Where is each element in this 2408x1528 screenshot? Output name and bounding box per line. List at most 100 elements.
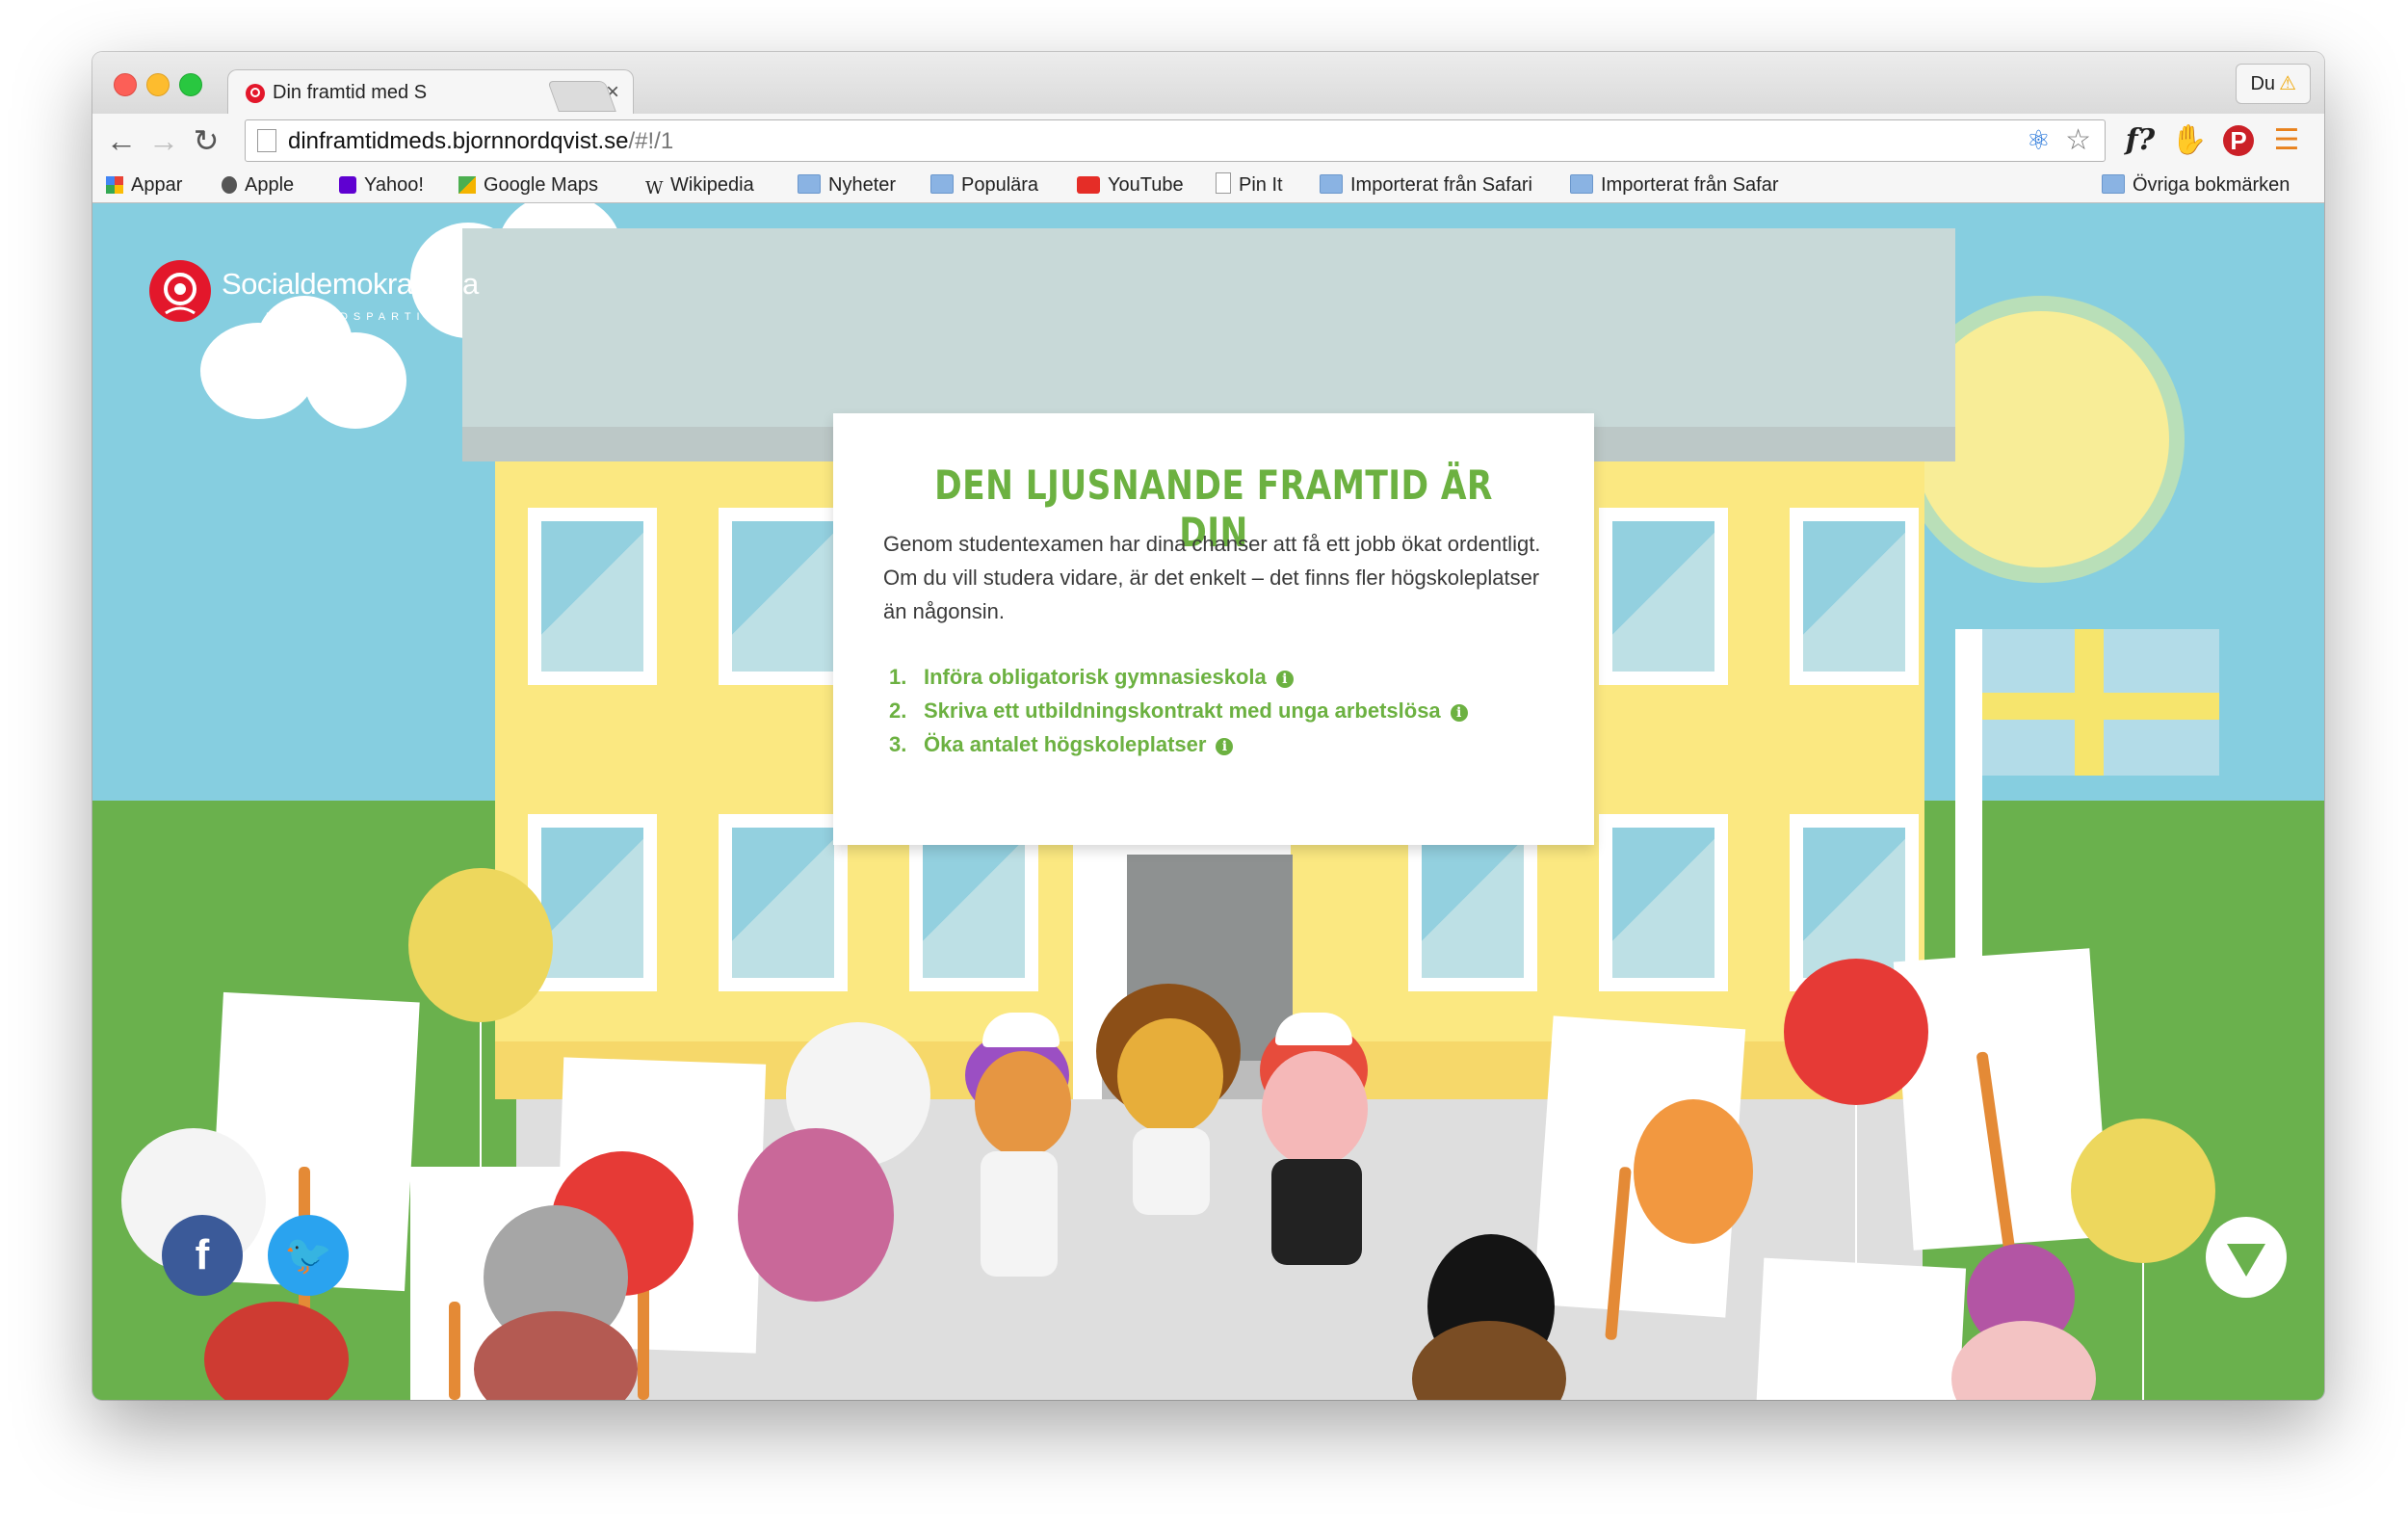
graduate-redhead-face: [1262, 1051, 1368, 1167]
bookmark-label: Yahoo!: [364, 174, 424, 196]
balloon-string: [1855, 1099, 1857, 1400]
url-path: /#!/1: [628, 128, 674, 154]
bookmark-populara[interactable]: Populära: [930, 171, 1038, 198]
hand-icon[interactable]: ✋: [2170, 121, 2209, 160]
bookmark-google-maps[interactable]: Google Maps: [458, 171, 598, 198]
balloon-yellow: [2071, 1119, 2215, 1263]
scroll-down-button[interactable]: [2206, 1217, 2287, 1298]
bookmark-nyheter[interactable]: Nyheter: [798, 171, 896, 198]
new-tab-button[interactable]: [547, 81, 616, 112]
folder-icon: [1320, 174, 1343, 194]
bookmark-label: Övriga bokmärken: [2133, 174, 2290, 196]
party-tagline: FRAMTIDSPARTIET: [266, 311, 451, 323]
close-window-button[interactable]: [114, 73, 137, 96]
bookmark-other[interactable]: Övriga bokmärken: [2102, 171, 2290, 198]
apps-grid-icon: [106, 176, 123, 194]
protest-sign: [1753, 1257, 1967, 1400]
bookmark-appar[interactable]: Appar: [106, 171, 182, 198]
card-body: Genom studentexamen har dina chanser att…: [883, 532, 1541, 623]
window: [1599, 508, 1728, 685]
font-finder-icon[interactable]: f?: [2121, 121, 2159, 160]
bookmark-label: Appar: [131, 174, 183, 196]
graduate-boy-body: [1133, 1128, 1210, 1215]
sign-stick: [449, 1302, 460, 1400]
bookmark-label: Pin It: [1239, 174, 1283, 196]
profile-label: Du: [2250, 73, 2276, 94]
bookmark-apple[interactable]: Apple: [222, 171, 294, 198]
wikipedia-icon: W: [645, 178, 664, 198]
graduate-girl-body: [981, 1151, 1058, 1277]
rose-logo-icon: [149, 260, 211, 322]
maximize-window-button[interactable]: [179, 73, 202, 96]
party-name: Socialdemokraterna: [222, 267, 479, 301]
graduate-cap: [1275, 1013, 1352, 1045]
policy-text: Skriva ett utbildningskontrakt med unga …: [924, 698, 1441, 723]
bookmark-wikipedia[interactable]: W Wikipedia: [645, 171, 754, 198]
info-icon[interactable]: i: [1275, 671, 1294, 688]
info-icon[interactable]: i: [1216, 738, 1234, 755]
policy-number: 2.: [889, 698, 907, 723]
browser-toolbar: ← → ↻ dinframtidmeds.bjornnordqvist.se/#…: [92, 114, 2324, 168]
browser-window: Din framtid med S × Du ⚠ ← → ↻ dinframtid…: [92, 52, 2324, 1400]
policy-item[interactable]: 1. Införa obligatorisk gymnasieskola i: [889, 660, 1468, 694]
back-arrow-icon[interactable]: ←: [102, 121, 141, 160]
bookmark-label: Apple: [245, 174, 295, 196]
bookmark-imported-safari[interactable]: Importerat från Safari: [1320, 171, 1532, 198]
flag-cross-vertical: [2075, 629, 2104, 776]
bookmark-youtube[interactable]: YouTube: [1077, 171, 1184, 198]
twitter-share-button[interactable]: 🐦: [268, 1215, 349, 1296]
url-text[interactable]: dinframtidmeds.bjornnordqvist.se/#!/1: [288, 128, 673, 155]
graduate-girl-face: [975, 1051, 1071, 1157]
menu-icon[interactable]: ☰: [2267, 121, 2306, 160]
info-card: DEN LJUSNANDE FRAMTID ÄR DIN Genom stude…: [833, 413, 1594, 845]
cloud: [304, 332, 406, 429]
policy-number: 3.: [889, 732, 907, 756]
window: [528, 508, 657, 685]
google-maps-icon: [458, 176, 476, 194]
apple-icon: [222, 176, 237, 194]
youtube-icon: [1077, 176, 1100, 194]
warning-icon: ⚠: [2279, 73, 2296, 94]
bookmark-label: Importerat från Safar: [1601, 174, 1779, 196]
window: [719, 508, 848, 685]
tab-title: Din framtid med S: [273, 82, 428, 103]
bookmark-pin-it[interactable]: Pin It: [1216, 171, 1283, 198]
policy-list: 1. Införa obligatorisk gymnasieskola i 2. S…: [889, 660, 1468, 761]
window: [1790, 508, 1919, 685]
bookmark-imported-safari-2[interactable]: Importerat från Safar: [1570, 171, 1797, 198]
balloon-yellow: [408, 868, 553, 1022]
rose-favicon-icon: [246, 84, 265, 103]
folder-icon: [2102, 174, 2125, 194]
policy-item[interactable]: 3. Öka antalet högskoleplatser i: [889, 727, 1468, 761]
bookmark-yahoo[interactable]: Yahoo!: [339, 171, 424, 198]
extension-icon[interactable]: ⚛: [2027, 124, 2051, 156]
building-roof: [462, 228, 1955, 427]
bookmark-star-icon[interactable]: ☆: [2065, 123, 2091, 157]
forward-arrow-icon[interactable]: →: [144, 121, 183, 160]
crowd-head: [738, 1128, 894, 1302]
minimize-window-button[interactable]: [146, 73, 170, 96]
url-host: dinframtidmeds.bjornnordqvist.se: [288, 128, 629, 154]
policy-number: 1.: [889, 665, 907, 689]
page-icon: [1216, 172, 1231, 194]
profile-button[interactable]: Du ⚠: [2236, 64, 2311, 104]
balloon-string: [2142, 1263, 2144, 1400]
folder-icon: [798, 174, 821, 194]
page-content: Socialdemokraterna FRAMTIDSPARTIET DEN L…: [92, 203, 2324, 1400]
pinterest-icon[interactable]: P: [2219, 121, 2258, 160]
page-icon: [257, 129, 276, 152]
balloon-red: [1784, 959, 1928, 1105]
crowd-head: [1634, 1099, 1753, 1244]
address-bar[interactable]: dinframtidmeds.bjornnordqvist.se/#!/1 ⚛ …: [245, 119, 2106, 162]
twitter-bird-icon: 🐦: [284, 1234, 332, 1277]
yahoo-icon: [339, 176, 356, 194]
bookmark-label: YouTube: [1108, 174, 1184, 196]
info-icon[interactable]: i: [1450, 704, 1468, 722]
reload-icon[interactable]: ↻: [187, 121, 225, 160]
facebook-share-button[interactable]: f: [162, 1215, 243, 1296]
bookmark-label: Google Maps: [484, 174, 598, 196]
graduate-boy-face: [1117, 1018, 1223, 1134]
window: [719, 814, 848, 991]
policy-text: Öka antalet högskoleplatser: [924, 732, 1207, 756]
policy-item[interactable]: 2. Skriva ett utbildningskontrakt med ung…: [889, 694, 1468, 727]
